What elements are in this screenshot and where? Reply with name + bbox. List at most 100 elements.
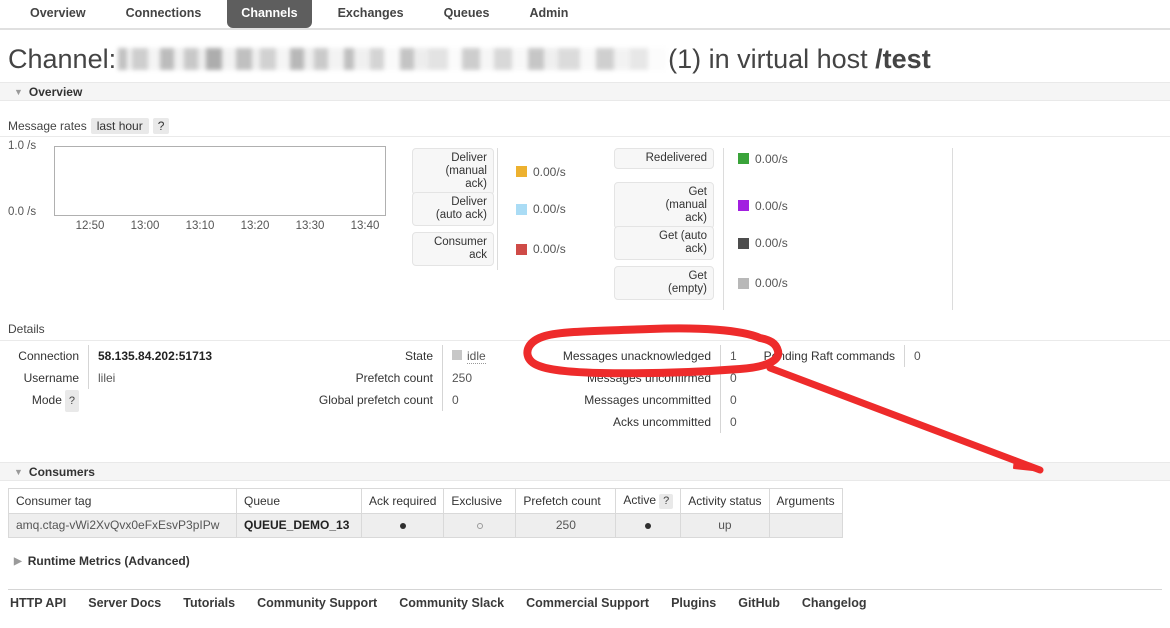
table-column-header[interactable]: Arguments [768,488,843,514]
footer-link-changelog[interactable]: Changelog [802,596,867,610]
period-selector-last-hour[interactable]: last hour [90,118,149,134]
legend-color-swatch [738,237,749,249]
state-value[interactable]: idle [467,349,486,364]
cell-ack-required [360,513,445,538]
legend-series-name[interactable]: Get (empty) [614,266,714,300]
nav-tab-queues[interactable]: Queues [430,0,504,28]
table-column-header[interactable]: Prefetch count [515,488,617,514]
detail-key: Pending Raft commands [762,345,904,367]
detail-value-text: 58.135.84.202:51713 [98,349,213,363]
table-column-header[interactable]: Queue [236,488,362,514]
detail-value-text: 0 [730,393,737,407]
detail-key-label: State [404,349,433,363]
chart-xtick-0: 12:50 [75,220,105,232]
table-column-header[interactable]: Exclusive [443,488,517,514]
detail-value: 58.135.84.202:51713 [88,345,212,367]
nav-tab-overview[interactable]: Overview [16,0,100,28]
page-title: Channel: (1) in virtual host /test [8,42,931,76]
section-runtime-metrics-header[interactable]: ▶ Runtime Metrics (Advanced) [0,552,1170,571]
message-rates-help-icon[interactable]: ? [152,118,170,134]
section-consumers-label: Consumers [28,465,95,479]
filled-dot-icon [645,523,652,529]
detail-help-icon[interactable]: ? [64,390,79,412]
table-column-label: Exclusive [451,493,503,508]
footer-link-tutorials[interactable]: Tutorials [183,596,235,610]
section-overview-header[interactable]: ▼ Overview [0,82,1170,101]
legend-color-swatch [738,153,749,164]
chart-plot-area [54,146,386,216]
table-column-header[interactable]: Consumer tag [8,488,237,514]
table-column-header[interactable]: Ack required [360,488,445,514]
nav-tab-connections[interactable]: Connections [112,0,216,28]
table-row[interactable]: amq.ctag-vWi2XvQvx0eFxEsvP3pIPw QUEUE_DEM… [8,513,843,538]
detail-value: 0 [720,367,737,389]
footer-link-plugins[interactable]: Plugins [671,596,716,610]
legend-row: Deliver (auto ack) 0.00/s [412,192,566,226]
legend-row: Redelivered 0.00/s [614,148,788,169]
legend-color-swatch [516,166,527,177]
footer-link-server-docs[interactable]: Server Docs [88,596,161,610]
legend-series-name[interactable]: Get (auto ack) [614,226,714,260]
detail-key: Messages uncommitted [560,389,720,411]
footer-link-commercial-support[interactable]: Commercial Support [526,596,649,610]
table-column-label: Activity status [688,493,762,508]
details-group-right: Messages unacknowledged Messages unconfir… [560,345,737,433]
table-column-header[interactable]: Active? [615,488,682,514]
table-column-label: Arguments [776,493,835,508]
detail-value: 250 [442,367,486,389]
table-column-header[interactable]: Activity status [680,488,770,514]
table-column-label: Active [623,493,657,507]
chart-xtick-4: 13:30 [295,220,325,232]
table-header-row: Consumer tag Queue Ack required Exclusive Pr… [8,488,843,514]
nav-tab-exchanges[interactable]: Exchanges [324,0,418,28]
chart-ytick-bottom: 0.0 /s [8,206,37,218]
chart-xtick-3: 13:20 [240,220,270,232]
detail-value-text: 0 [914,349,921,363]
detail-key-label: Global prefetch count [318,393,433,407]
detail-value-text: 1 [730,349,737,363]
legend-series-name[interactable]: Get (manual ack) [614,182,714,229]
legend-series-name[interactable]: Consumer ack [412,232,494,266]
detail-key: Mode? [8,389,88,412]
annotation-arrow [766,364,1044,474]
legend-series-name[interactable]: Redelivered [614,148,714,169]
legend-row: Deliver (manual ack) 0.00/s [412,148,566,195]
details-group-far-right: Pending Raft commands 0 [762,345,921,367]
legend-divider-mid [723,148,724,310]
footer-link-github[interactable]: GitHub [738,596,780,610]
rabbitmq-management-page: Overview Connections Channels Exchanges Queu… [0,0,1170,628]
detail-value: 0 [720,389,737,411]
footer-link-community-slack[interactable]: Community Slack [399,596,504,610]
detail-key: State [300,345,442,367]
legend-color-swatch [738,277,749,289]
detail-key: Messages unacknowledged [560,345,720,367]
chart-ytick-top: 1.0 /s [8,140,37,152]
divider [0,136,1170,137]
footer-link-community-support[interactable]: Community Support [257,596,377,610]
legend-value: 0.00/s [755,236,788,250]
cell-exclusive [443,513,517,538]
legend-divider-right [952,148,953,310]
detail-key-label: Username [23,371,79,385]
legend-value-wrap: 0.00/s [516,165,566,179]
nav-tab-admin[interactable]: Admin [515,0,582,28]
section-consumers-header[interactable]: ▼ Consumers [0,462,1170,481]
legend-value-wrap: 0.00/s [738,199,788,213]
details-label: Details [8,322,45,336]
empty-dot-icon [476,523,483,529]
active-help-icon[interactable]: ? [659,494,674,509]
detail-value: 0 [442,389,486,411]
cell-queue-name: QUEUE_DEMO_13 [236,513,362,538]
detail-value-text: 0 [730,371,737,385]
legend-value: 0.00/s [755,151,788,166]
cell-prefetch-count: 250 [515,513,617,538]
chevron-down-icon: ▼ [14,87,23,97]
message-rates-row: Message rates last hour? [8,118,170,134]
detail-key-label: Pending Raft commands [763,349,895,363]
legend-series-name[interactable]: Deliver (auto ack) [412,192,494,226]
nav-tab-channels[interactable]: Channels [227,0,312,28]
footer-link-http-api[interactable]: HTTP API [10,596,66,610]
detail-key-label: Acks uncommitted [612,415,711,429]
detail-value: 1 [720,345,737,367]
legend-series-name[interactable]: Deliver (manual ack) [412,148,494,195]
